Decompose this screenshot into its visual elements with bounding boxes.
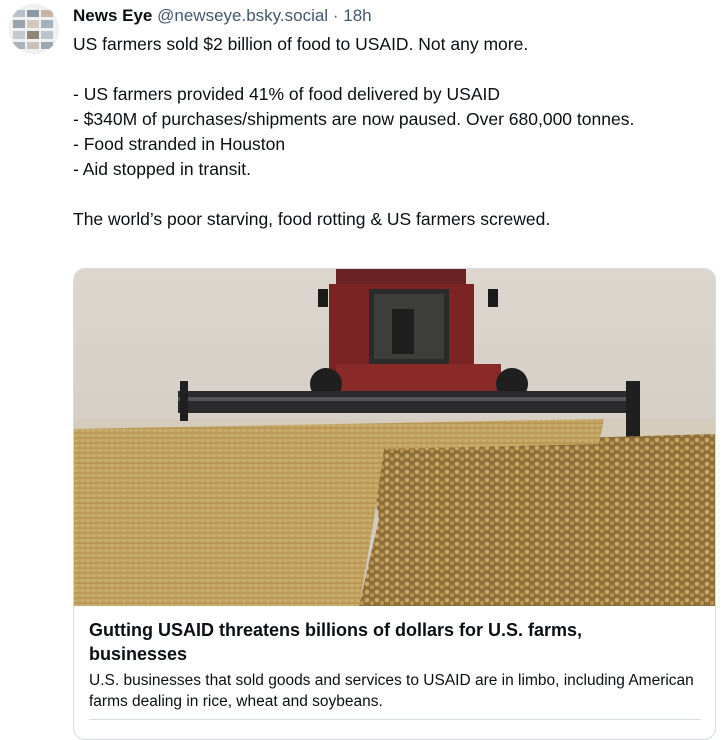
post-text-line: US farmers sold $2 billion of food to US…	[73, 34, 529, 54]
author-name[interactable]: News Eye	[73, 6, 152, 25]
post-bullet: - Aid stopped in transit.	[73, 159, 252, 179]
post-bullet: - US farmers provided 41% of food delive…	[73, 84, 500, 104]
link-card-divider	[89, 719, 701, 720]
post-text: US farmers sold $2 billion of food to US…	[73, 32, 703, 232]
link-card[interactable]: Gutting USAID threatens billions of doll…	[73, 268, 716, 740]
link-card-description: U.S. businesses that sold goods and serv…	[89, 672, 694, 710]
link-card-image	[74, 269, 715, 606]
post-bullet: - $340M of purchases/shipments are now p…	[73, 109, 635, 129]
newspaper-collage-avatar-icon	[9, 4, 59, 54]
post-bullet: - Food stranded in Houston	[73, 134, 286, 154]
author-avatar[interactable]	[9, 4, 59, 54]
author-handle[interactable]: @newseye.bsky.social	[157, 6, 328, 25]
post-text-closing: The world’s poor starving, food rotting …	[73, 209, 551, 229]
post-timestamp[interactable]: 18h	[343, 6, 371, 25]
header-separator: ·	[332, 6, 339, 25]
post-header: News Eye @newseye.bsky.social · 18h	[73, 5, 372, 27]
link-card-title[interactable]: Gutting USAID threatens billions of doll…	[89, 618, 679, 666]
